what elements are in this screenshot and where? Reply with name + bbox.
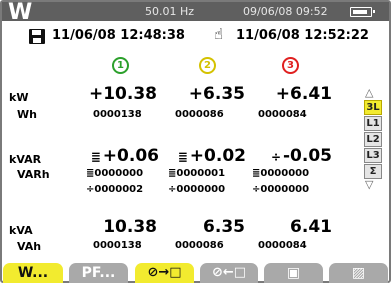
mode-icon: W — [8, 0, 32, 25]
capacitive-icon: ÷ — [270, 150, 281, 164]
record-start-time: 11/06/08 12:48:38 — [52, 28, 185, 43]
energy-generated-icon[interactable]: ⊘←□ — [200, 263, 258, 283]
kvar-phase-2: ≣ +0.02 — [177, 146, 246, 166]
kva-phase-2: 6.35 — [203, 217, 245, 237]
wh-label: Wh — [17, 108, 37, 121]
energy-consumed-icon[interactable]: ⊘→□ — [135, 263, 194, 283]
wh-phase-2: 0000086 — [175, 109, 224, 120]
phase-2-marker: 2 — [199, 57, 216, 74]
scroll-down-icon[interactable]: ▽ — [365, 178, 373, 191]
varh-ind-phase-3: ≣0000000 — [252, 168, 310, 179]
scroll-up-icon[interactable]: △ — [365, 86, 373, 99]
wh-phase-1: 0000138 — [93, 109, 142, 120]
selector-l2[interactable]: L2 — [364, 132, 382, 147]
vah-phase-1: 0000138 — [93, 240, 142, 251]
inductive-icon: ≣ — [177, 150, 188, 164]
vah-label: VAh — [17, 240, 42, 253]
varh-cap-phase-3: ÷0000000 — [252, 184, 310, 195]
softkey-pf[interactable]: PF... — [69, 263, 128, 283]
inductive-icon: ≣ — [90, 150, 101, 164]
selector-sum[interactable]: Σ — [364, 164, 382, 179]
save-disk-icon — [29, 29, 45, 44]
save-icon[interactable]: ▣ — [264, 263, 323, 283]
battery-icon — [350, 7, 375, 17]
kvar-phase-3: ÷ -0.05 — [270, 146, 332, 166]
varh-ind-phase-1: ≣0000000 — [86, 168, 144, 179]
status-bar: W 50.01 Hz 09/06/08 09:52 — [2, 0, 389, 25]
record-end-time: 11/06/08 12:52:22 — [236, 28, 369, 43]
kw-phase-1: +10.38 — [88, 84, 157, 104]
varh-cap-phase-2: ÷0000000 — [168, 184, 226, 195]
vah-phase-2: 0000086 — [175, 240, 224, 251]
trash-icon[interactable]: ▨ — [329, 263, 388, 283]
date-time: 09/06/08 09:52 — [243, 5, 328, 18]
wh-phase-3: 0000084 — [258, 109, 307, 120]
selector-l1[interactable]: L1 — [364, 116, 382, 131]
selector-3l[interactable]: 3L — [364, 100, 382, 115]
kw-phase-2: +6.35 — [188, 84, 245, 104]
vah-phase-3: 0000084 — [258, 240, 307, 251]
kw-phase-3: +6.41 — [275, 84, 332, 104]
kva-phase-3: 6.41 — [290, 217, 332, 237]
varh-cap-phase-1: ÷0000002 — [86, 184, 144, 195]
hand-icon: ☝ — [214, 25, 224, 43]
varh-ind-phase-2: ≣0000001 — [168, 168, 226, 179]
selector-l3[interactable]: L3 — [364, 148, 382, 163]
kva-phase-1: 10.38 — [103, 217, 157, 237]
phase-3-marker: 3 — [282, 57, 299, 74]
phase-1-marker: 1 — [112, 57, 129, 74]
kvar-phase-1: ≣ +0.06 — [90, 146, 159, 166]
kw-label: kW — [9, 91, 29, 104]
softkey-w[interactable]: W... — [3, 263, 63, 283]
kvar-label: kVAR — [9, 153, 42, 166]
kva-label: kVA — [9, 224, 33, 237]
varh-label: VARh — [17, 168, 50, 181]
frequency-readout: 50.01 Hz — [145, 5, 195, 18]
